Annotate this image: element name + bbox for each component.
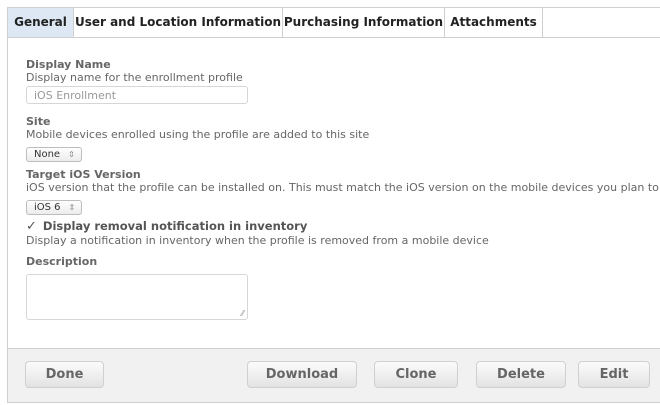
- delete-button[interactable]: Delete: [476, 361, 566, 388]
- up-down-arrows-icon: ⇕: [68, 150, 75, 159]
- checkmark-icon[interactable]: ✓: [26, 219, 37, 234]
- description-textarea[interactable]: ⁄⁄: [26, 274, 248, 320]
- tab-purchasing[interactable]: Purchasing Information: [283, 8, 445, 37]
- removal-notification-hint: Display a notification in inventory when…: [26, 234, 489, 247]
- clone-button[interactable]: Clone: [374, 361, 458, 388]
- site-select-value: None: [34, 149, 61, 160]
- tab-attachments[interactable]: Attachments: [445, 8, 543, 37]
- tab-bar: General User and Location Information Pu…: [8, 8, 660, 38]
- action-bar: Done Download Clone Delete Edit: [8, 348, 660, 402]
- site-select[interactable]: None ⇕: [26, 147, 82, 162]
- site-hint: Mobile devices enrolled using the profil…: [26, 128, 370, 141]
- resize-grip-icon[interactable]: ⁄⁄: [241, 310, 244, 318]
- site-label: Site: [26, 115, 51, 128]
- display-name-input[interactable]: iOS Enrollment: [26, 86, 248, 104]
- profile-panel: General User and Location Information Pu…: [7, 7, 660, 403]
- target-ios-hint: iOS version that the profile can be inst…: [26, 181, 660, 194]
- general-form: Display Name Display name for the enroll…: [26, 58, 660, 320]
- removal-notification-row[interactable]: ✓ Display removal notification in invento…: [26, 219, 660, 234]
- display-name-hint: Display name for the enrollment profile: [26, 71, 243, 84]
- description-label: Description: [26, 255, 98, 268]
- display-name-label: Display Name: [26, 58, 111, 71]
- done-button[interactable]: Done: [25, 361, 104, 388]
- tab-general[interactable]: General: [8, 8, 74, 37]
- edit-button[interactable]: Edit: [578, 361, 650, 388]
- tab-user-location[interactable]: User and Location Information: [74, 8, 283, 37]
- download-button[interactable]: Download: [247, 361, 357, 388]
- target-ios-select-value: iOS 6: [34, 202, 61, 213]
- up-down-arrows-icon: ⇕: [68, 203, 76, 212]
- target-ios-select[interactable]: iOS 6 ⇕: [26, 200, 83, 215]
- removal-notification-label: Display removal notification in inventor…: [42, 219, 308, 233]
- target-ios-label: Target iOS Version: [26, 168, 141, 181]
